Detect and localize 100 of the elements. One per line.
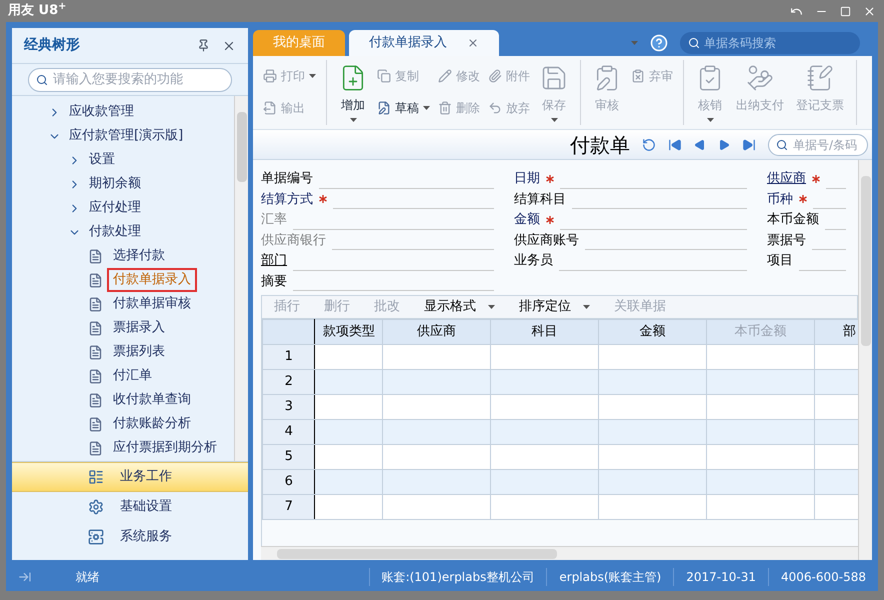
field-label: 业务员 [514, 252, 553, 270]
toolbar-icon [488, 69, 502, 83]
status-text: 就绪 [76, 569, 101, 586]
next-icon[interactable] [718, 138, 730, 150]
toolbar-icon [263, 69, 277, 83]
first-icon[interactable] [668, 138, 682, 152]
help-icon[interactable] [650, 34, 668, 52]
field-label: 结算方式 [261, 190, 313, 208]
tree-item[interactable]: 付款处理 [89, 222, 141, 242]
field-label: 摘要 [261, 272, 287, 290]
document-icon [88, 440, 103, 456]
tree-item[interactable]: 付款账龄分析 [107, 412, 197, 436]
column-header: 金额 [598, 320, 707, 344]
column-header: 供应商 [382, 320, 491, 344]
form-title: 付款单 [570, 132, 630, 158]
row-number: 3 [262, 394, 315, 420]
row-number: 1 [262, 344, 315, 370]
nav-icon [88, 529, 104, 545]
scrollbar[interactable] [261, 546, 858, 560]
document-icon [88, 296, 103, 312]
toolbar-icon [438, 101, 452, 115]
tab[interactable]: 付款单据录入 [349, 30, 499, 56]
table-cell[interactable] [314, 494, 383, 520]
field-label: 结算科目 [514, 190, 566, 208]
scrollbar[interactable] [858, 160, 872, 560]
row-number: 7 [262, 494, 315, 520]
document-icon [88, 272, 103, 288]
search-field[interactable]: 单据号/条码 [768, 134, 868, 156]
row-number: 6 [262, 470, 315, 494]
row-number: 5 [262, 444, 315, 470]
field-label: 供应商 [767, 170, 806, 188]
collapse-icon[interactable] [18, 570, 32, 584]
field-label: 汇率 [261, 211, 287, 229]
field-label: 本币金额 [767, 211, 819, 229]
previous-icon[interactable] [694, 138, 706, 150]
table-cell[interactable] [382, 494, 491, 520]
pin-icon[interactable] [197, 39, 210, 52]
column-header: 本币金额 [706, 320, 815, 344]
tree-item[interactable]: 应收款管理 [69, 102, 134, 122]
document-icon [88, 416, 103, 432]
panel-title: 经典树形 [24, 36, 80, 55]
table-cell[interactable] [490, 494, 599, 520]
table-cell[interactable] [598, 494, 707, 520]
document-icon [88, 248, 103, 264]
grid-toolbar-button[interactable]: 显示格式 [420, 297, 499, 317]
field-label: 项目 [767, 252, 793, 270]
search-field[interactable]: 单据条码搜索 [680, 32, 860, 54]
field-label: 日期 [514, 170, 540, 188]
field-label: 供应商银行 [261, 232, 326, 250]
window-title: 用友 U8$^{+}$ [8, 1, 66, 20]
document-icon [88, 344, 103, 360]
document-icon [88, 392, 103, 408]
field-label: 部门 [261, 252, 287, 270]
toolbar-button[interactable]: 增加 [335, 64, 371, 122]
nav-button[interactable]: 系统服务 [12, 522, 248, 552]
maximize-icon[interactable] [840, 6, 851, 16]
toolbar-icon [806, 64, 834, 92]
document-icon [88, 368, 103, 384]
table-cell[interactable] [706, 494, 815, 520]
search-field[interactable]: 请输入您要搜索的功能 [28, 68, 232, 92]
grid-toolbar-button[interactable]: 排序定位 [515, 297, 594, 317]
toolbar-button[interactable]: 草稿 [377, 96, 430, 120]
toolbar-icon [631, 69, 645, 83]
account-set: 账套:(101)erplabs整机公司 [368, 568, 546, 586]
row-number: 2 [262, 370, 315, 394]
tree-item[interactable]: 应付票据到期分析 [107, 436, 223, 460]
document-icon [88, 320, 103, 336]
column-header: 科目 [490, 320, 599, 344]
tree-item[interactable]: 应付款管理[演示版] [69, 126, 184, 146]
tree-item[interactable]: 期初余额 [89, 174, 141, 194]
user-name: erplabs(账套主管) [546, 568, 674, 586]
field-label: 金额 [514, 211, 540, 229]
status-date: 2017-10-31 [673, 568, 768, 586]
close-icon[interactable] [467, 37, 479, 49]
toolbar-icon [377, 69, 391, 83]
close-icon[interactable] [863, 4, 876, 18]
scrollbar[interactable] [234, 96, 248, 461]
nav-button[interactable]: 业务工作 [12, 462, 248, 492]
toolbar-icon [746, 64, 774, 92]
toolbar-icon [438, 69, 452, 83]
tree-item[interactable]: 收付款单查询 [107, 388, 197, 412]
tree-item[interactable]: 票据列表 [107, 340, 171, 364]
row-number: 4 [262, 420, 315, 444]
last-icon[interactable] [742, 138, 756, 152]
toolbar-icon [377, 101, 391, 115]
tree-item[interactable]: 付款单据录入 [107, 268, 197, 292]
tree-item[interactable]: 付款单据审核 [107, 292, 197, 316]
field-label: 票据号 [767, 232, 806, 250]
field-label: 供应商账号 [514, 232, 579, 250]
nav-button[interactable]: 基础设置 [12, 492, 248, 522]
nav-icon [88, 469, 104, 485]
tree-item[interactable]: 应付处理 [89, 198, 141, 218]
tree-item[interactable]: 设置 [89, 150, 115, 170]
phone-number: 4006-600-588 [768, 568, 878, 586]
refresh-icon[interactable] [642, 138, 656, 152]
toolbar-icon [540, 64, 568, 92]
tree-item[interactable]: 付汇单 [107, 364, 158, 388]
caret-icon [631, 41, 638, 45]
tree-item[interactable]: 票据录入 [107, 316, 171, 340]
tree-item[interactable]: 选择付款 [107, 244, 171, 268]
